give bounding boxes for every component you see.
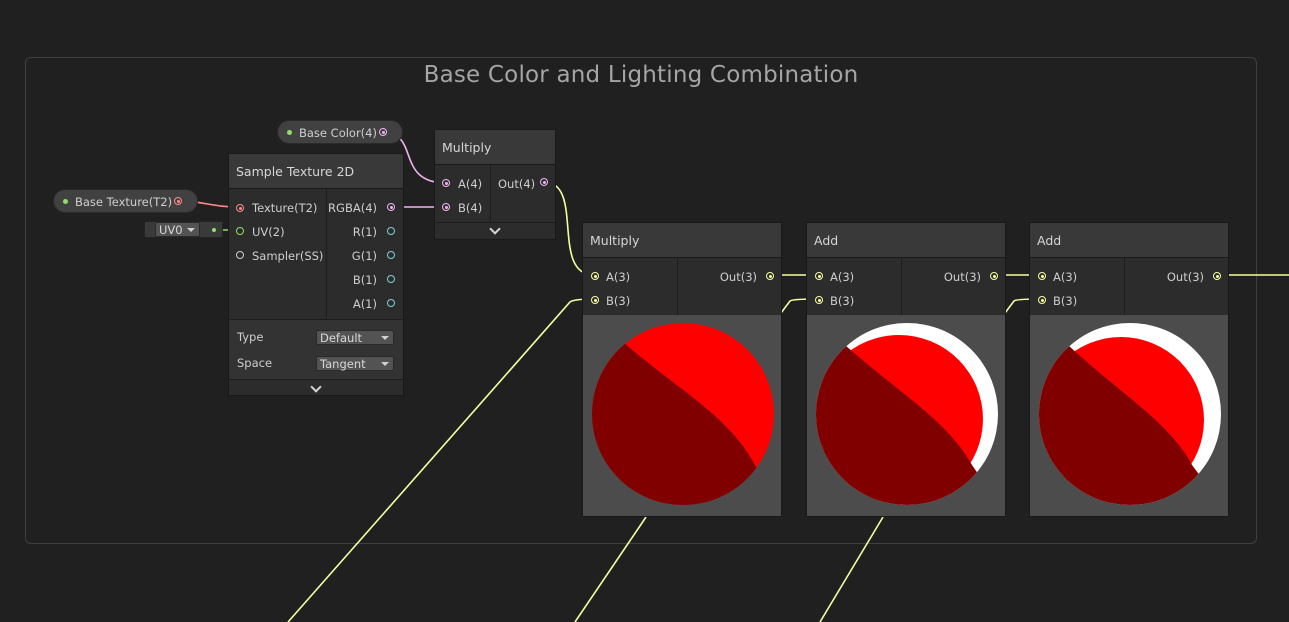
node-title[interactable]: Multiply	[583, 223, 781, 258]
port-label-sampler: Sampler(SS)	[252, 249, 324, 263]
node-settings: Type Default Space Tangent	[229, 319, 403, 380]
port-label-a: A(4)	[458, 177, 483, 191]
chevron-down-icon[interactable]	[310, 381, 322, 393]
divider	[677, 258, 678, 316]
port-label-a: A(3)	[1053, 270, 1078, 284]
port-dot-icon[interactable]	[379, 128, 387, 136]
divider	[901, 258, 902, 316]
port-label-out: Out(3)	[943, 270, 981, 284]
port-label-g: G(1)	[351, 249, 377, 263]
port-dot-icon[interactable]	[442, 179, 450, 187]
port-label-b: B(3)	[830, 294, 855, 308]
port-dot-icon[interactable]	[387, 251, 395, 259]
node-title[interactable]: Add	[1030, 223, 1228, 258]
uv-dropdown-value: UV0	[159, 223, 183, 237]
property-indicator-icon	[63, 199, 68, 204]
chevron-down-icon[interactable]	[489, 223, 501, 235]
node-preview	[583, 315, 781, 516]
type-dropdown-value: Default	[320, 331, 363, 345]
port-dot-icon[interactable]	[591, 272, 599, 280]
preview-sphere	[816, 323, 998, 505]
port-label-out: Out(3)	[1166, 270, 1204, 284]
node-multiply-vector4[interactable]: Multiply A(4) B(4) Out(4)	[434, 129, 556, 240]
port-dot-icon[interactable]	[387, 227, 395, 235]
property-base-texture[interactable]: Base Texture(T2)	[53, 189, 198, 213]
port-label-rgba: RGBA(4)	[328, 201, 377, 215]
space-label: Space	[237, 356, 273, 370]
property-indicator-icon	[287, 130, 292, 135]
type-label: Type	[237, 330, 264, 344]
divider	[326, 189, 327, 319]
space-dropdown-value: Tangent	[320, 357, 366, 371]
divider	[490, 165, 491, 222]
node-preview	[1030, 315, 1228, 516]
port-dot-icon[interactable]	[387, 203, 395, 211]
type-dropdown[interactable]: Default	[316, 330, 394, 345]
node-add-1[interactable]: Add A(3) B(3) Out(3)	[806, 222, 1006, 517]
port-dot-icon[interactable]	[1038, 296, 1046, 304]
port-label-a: A(1)	[352, 297, 377, 311]
port-dot-icon[interactable]	[387, 275, 395, 283]
port-dot-icon[interactable]	[1213, 272, 1221, 280]
property-label: Base Color(4)	[299, 126, 377, 140]
preview-sphere	[592, 323, 774, 505]
divider	[1124, 258, 1125, 316]
preview-sphere	[1039, 323, 1221, 505]
property-base-color[interactable]: Base Color(4)	[277, 120, 403, 144]
uv-input-control: UV0	[144, 221, 223, 238]
port-dot-icon[interactable]	[815, 296, 823, 304]
port-label-r: R(1)	[352, 225, 377, 239]
port-label-out: Out(4)	[498, 177, 536, 191]
port-dot-icon[interactable]	[591, 296, 599, 304]
port-label-a: A(3)	[830, 270, 855, 284]
node-sample-texture-2d[interactable]: Sample Texture 2D Texture(T2) UV(2) Samp…	[228, 153, 404, 396]
port-dot-icon[interactable]	[387, 299, 395, 307]
port-dot-icon[interactable]	[990, 272, 998, 280]
node-title[interactable]: Multiply	[435, 130, 555, 165]
property-label: Base Texture(T2)	[75, 195, 173, 209]
port-label-b: B(4)	[458, 201, 483, 215]
port-label-uv: UV(2)	[252, 225, 285, 239]
port-label-texture: Texture(T2)	[252, 201, 318, 215]
dropdown-arrow-icon	[381, 362, 389, 366]
port-label-out: Out(3)	[719, 270, 757, 284]
port-dot-icon[interactable]	[236, 227, 244, 235]
dropdown-arrow-icon	[381, 336, 389, 340]
port-dot-icon[interactable]	[236, 251, 244, 259]
port-label-b: B(3)	[606, 294, 631, 308]
port-dot-icon[interactable]	[236, 204, 244, 212]
port-label-a: A(3)	[606, 270, 631, 284]
port-dot-icon[interactable]	[174, 197, 182, 205]
node-title[interactable]: Sample Texture 2D	[229, 154, 403, 189]
space-dropdown[interactable]: Tangent	[316, 356, 394, 371]
node-title[interactable]: Add	[807, 223, 1005, 258]
port-dot-icon[interactable]	[766, 272, 774, 280]
port-dot-icon[interactable]	[815, 272, 823, 280]
port-dot-icon[interactable]	[1038, 272, 1046, 280]
port-dot-icon[interactable]	[540, 178, 548, 186]
uv-dropdown[interactable]: UV0	[155, 222, 200, 237]
node-multiply-vector3[interactable]: Multiply A(3) B(3) Out(3)	[582, 222, 782, 517]
port-dot-icon[interactable]	[442, 203, 450, 211]
port-label-b: B(1)	[352, 273, 377, 287]
wire-external-to-add1-b[interactable]	[574, 516, 647, 622]
node-preview	[807, 315, 1005, 516]
wire-external-to-add2-b[interactable]	[819, 516, 884, 622]
node-add-2[interactable]: Add A(3) B(3) Out(3)	[1029, 222, 1229, 517]
uv-connector-dot	[212, 228, 216, 232]
dropdown-arrow-icon	[187, 228, 195, 232]
port-label-b: B(3)	[1053, 294, 1078, 308]
